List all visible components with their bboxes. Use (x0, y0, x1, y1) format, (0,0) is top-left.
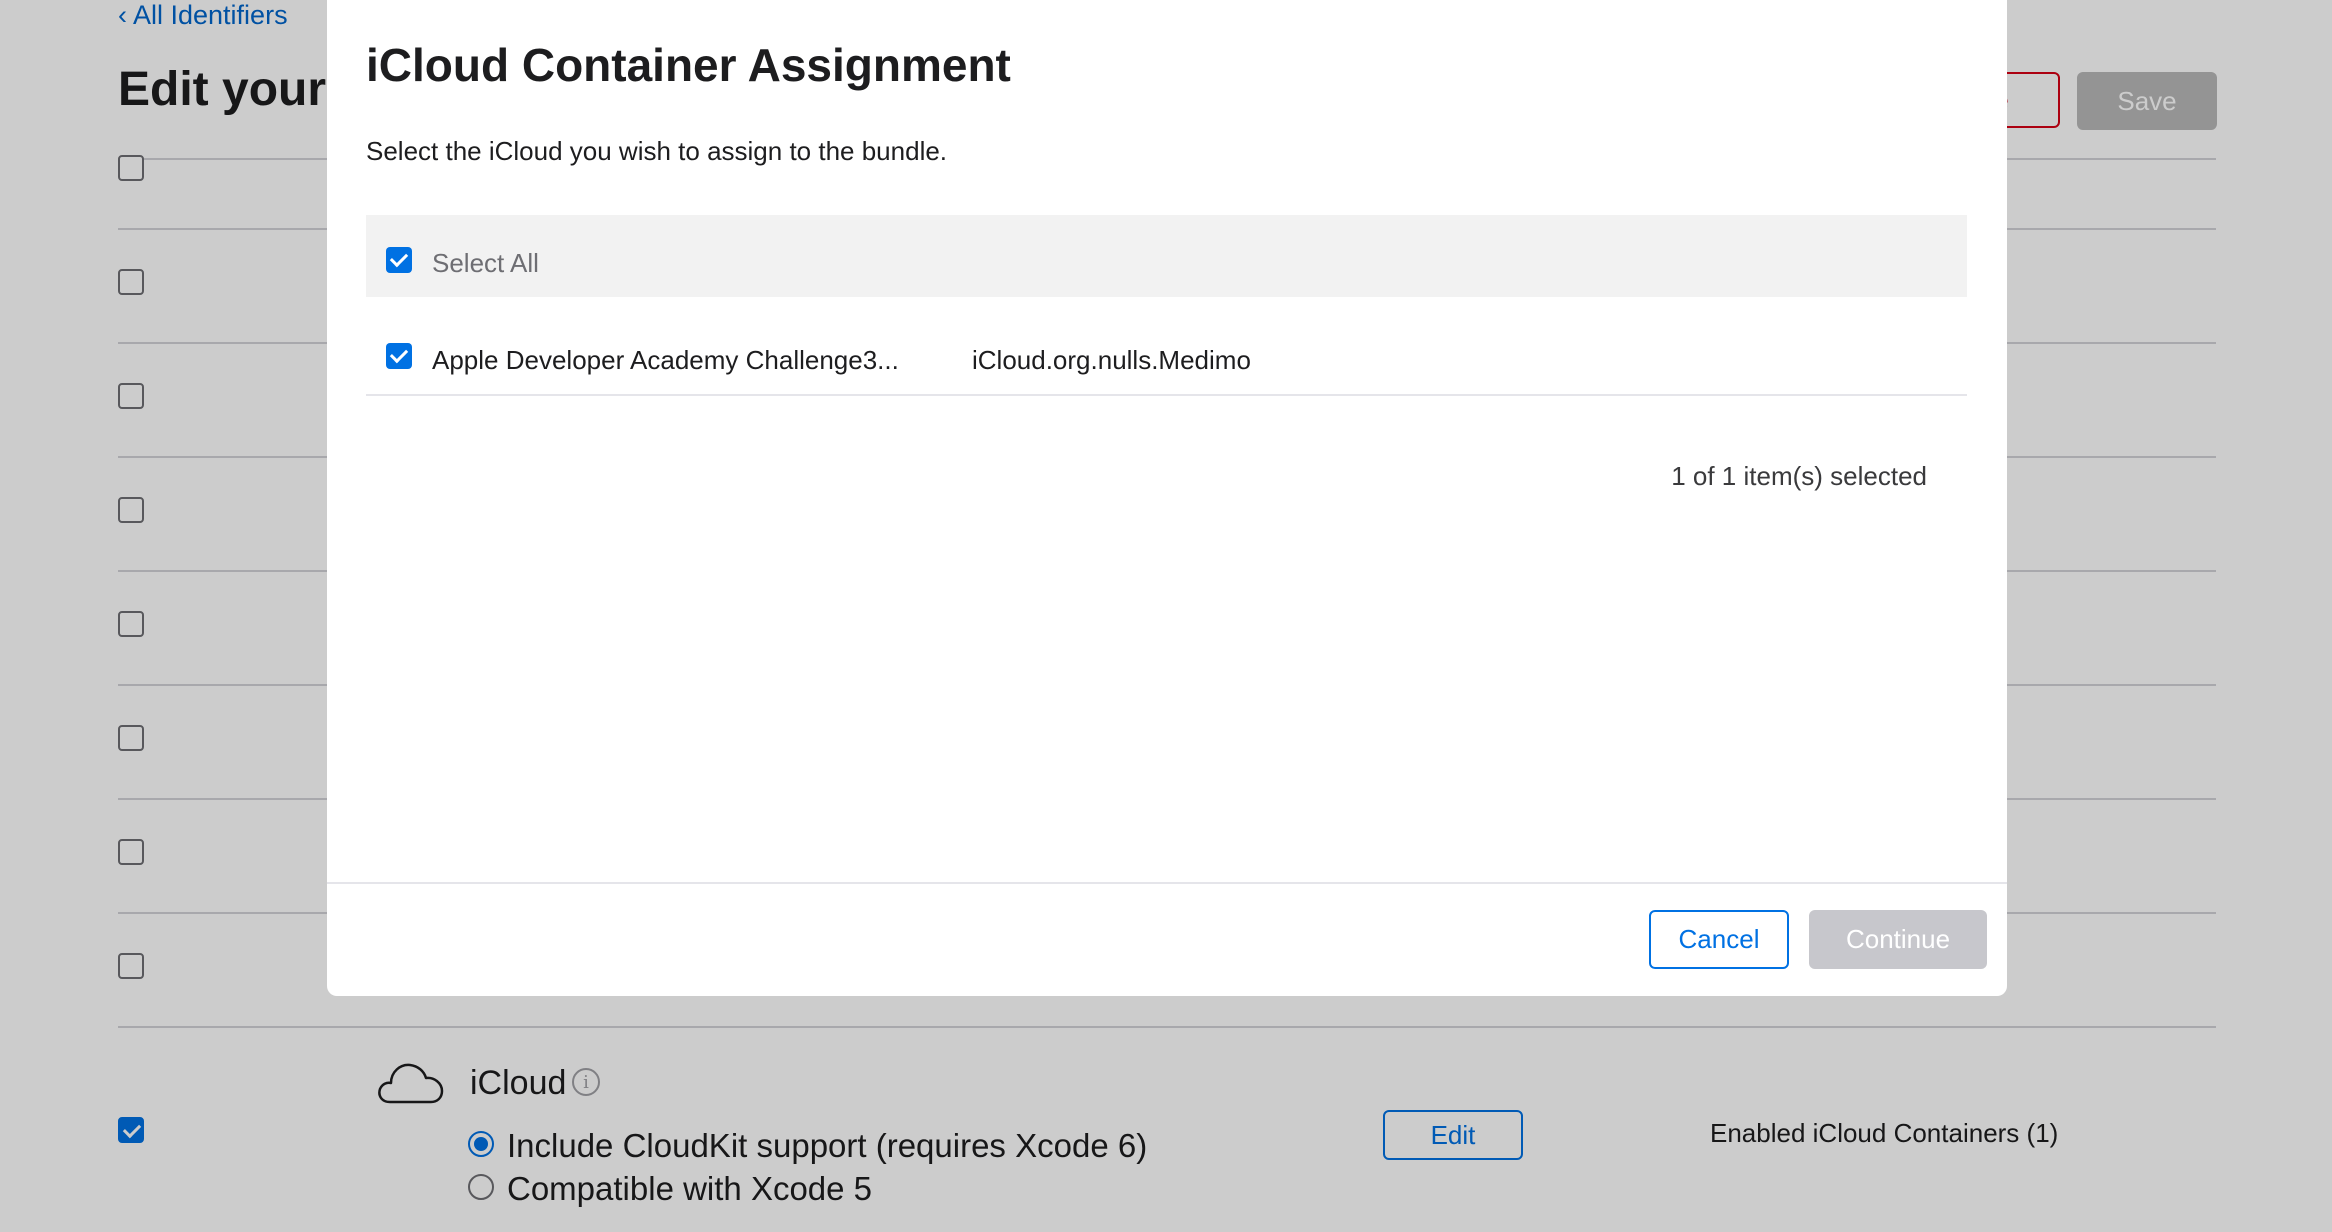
footer-divider (327, 882, 2007, 884)
row-divider (366, 394, 1967, 396)
cancel-button[interactable]: Cancel (1649, 910, 1789, 969)
cancel-button-label: Cancel (1678, 924, 1760, 954)
select-all-checkbox[interactable] (386, 247, 412, 273)
select-all-label: Select All (432, 248, 539, 278)
container-identifier: iCloud.org.nulls.Medimo (972, 345, 1251, 375)
dialog-title: iCloud Container Assignment (366, 39, 1011, 91)
continue-button[interactable]: Continue (1809, 910, 1987, 969)
select-all-bar: 1 of 1 item(s) selected (366, 215, 1967, 491)
container-name: Apple Developer Academy Challenge3... (432, 345, 899, 375)
dialog-description: Select the iCloud you wish to assign to … (366, 136, 948, 166)
icloud-container-assignment-dialog: iCloud Container Assignment Select the i… (327, 0, 2007, 996)
container-checkbox[interactable] (386, 343, 412, 369)
selected-count: 1 of 1 item(s) selected (1671, 461, 1927, 491)
continue-button-label: Continue (1845, 924, 1951, 954)
